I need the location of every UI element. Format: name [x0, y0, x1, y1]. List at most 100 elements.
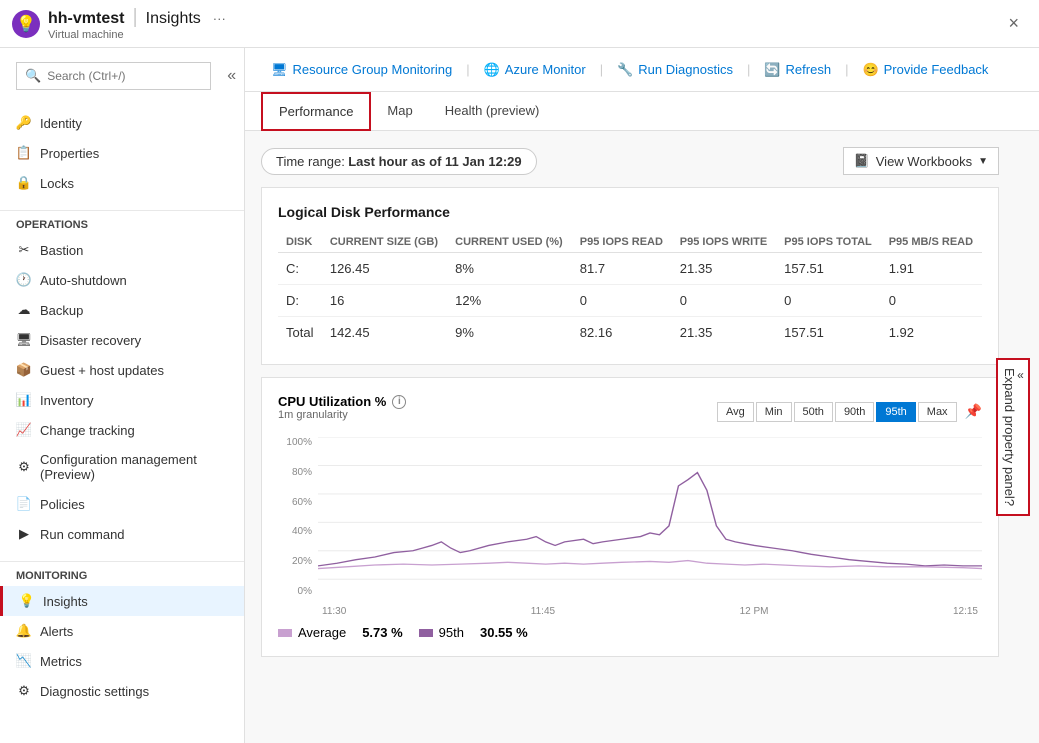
x-label-12pm: 12 PM — [740, 606, 769, 617]
disk-iops-read: 81.7 — [572, 253, 672, 285]
y-label-80: 80% — [292, 467, 312, 478]
cpu-chart-title: CPU Utilization % i — [278, 394, 406, 409]
provide-feedback-button[interactable]: 😊 Provide Feedback — [852, 56, 998, 84]
sidebar-item-inventory[interactable]: 📊 Inventory — [0, 385, 244, 415]
time-range-label: Time range: — [276, 154, 345, 169]
cpu-chart-header: CPU Utilization % i 1m granularity Avg M… — [278, 394, 982, 429]
legend-95th: 95th — [419, 625, 464, 640]
resource-subtitle: Virtual machine — [48, 29, 226, 41]
search-box[interactable]: 🔍 — [16, 62, 211, 90]
sidebar-item-diagnostic-settings[interactable]: ⚙ Diagnostic settings — [0, 676, 244, 706]
sidebar-item-alerts[interactable]: 🔔 Alerts — [0, 616, 244, 646]
time-range-value: Last hour as of 11 Jan 12:29 — [348, 154, 521, 169]
expand-property-panel-button[interactable]: « Expand property panel? — [996, 358, 1030, 516]
backup-icon: ☁ — [16, 302, 32, 318]
chart-btn-min[interactable]: Min — [756, 402, 792, 422]
chart-buttons-group: Avg Min 50th 90th 95th Max — [717, 402, 957, 422]
sidebar-item-policies[interactable]: 📄 Policies — [0, 489, 244, 519]
close-button[interactable]: × — [1000, 9, 1027, 38]
monitoring-section-title: Monitoring — [0, 561, 244, 586]
content-body: Time range: Last hour as of 11 Jan 12:29… — [245, 131, 1039, 743]
x-label-1145: 11:45 — [531, 606, 555, 617]
sidebar-item-guest-updates[interactable]: 📦 Guest + host updates — [0, 355, 244, 385]
nav-separator-2: | — [600, 62, 603, 77]
more-options-button[interactable]: ··· — [213, 11, 226, 26]
view-workbooks-button[interactable]: 📓 View Workbooks ▼ — [843, 147, 999, 175]
refresh-button[interactable]: 🔄 Refresh — [754, 56, 841, 84]
page-name: Insights — [146, 10, 201, 28]
disk-size: 16 — [322, 285, 447, 317]
col-disk: DISK — [278, 232, 322, 253]
search-input[interactable] — [47, 69, 202, 83]
table-row: Total 142.45 9% 82.16 21.35 157.51 1.92 — [278, 317, 982, 349]
expand-panel-container: « Expand property panel? — [1003, 147, 1023, 727]
chart-btn-95th[interactable]: 95th — [876, 402, 915, 422]
sidebar-item-metrics[interactable]: 📉 Metrics — [0, 646, 244, 676]
sidebar-item-identity[interactable]: 🔑 Identity — [0, 108, 244, 138]
tab-health[interactable]: Health (preview) — [429, 93, 556, 130]
legend-avg-label: Average — [298, 625, 346, 640]
main-layout: 🔍 « 🔑 Identity 📋 Properties 🔒 Locks Oper… — [0, 48, 1039, 743]
disk-used: 9% — [447, 317, 572, 349]
sidebar-item-change-tracking[interactable]: 📈 Change tracking — [0, 415, 244, 445]
legend-avg-swatch — [278, 629, 292, 637]
sidebar-item-disaster-recovery[interactable]: 🖥 Disaster recovery — [0, 325, 244, 355]
chart-btn-50th[interactable]: 50th — [794, 402, 833, 422]
chart-y-axis: 100% 80% 60% 40% 20% 0% — [278, 437, 316, 597]
disk-size: 142.45 — [322, 317, 447, 349]
sidebar: 🔍 « 🔑 Identity 📋 Properties 🔒 Locks Oper… — [0, 48, 245, 743]
disk-size: 126.45 — [322, 253, 447, 285]
sidebar-item-insights[interactable]: 💡 Insights — [0, 586, 244, 616]
cpu-chart-container: 100% 80% 60% 40% 20% 0% 11:30 11:45 12 P… — [278, 437, 982, 617]
sidebar-item-run-command[interactable]: ▶ Run command — [0, 519, 244, 549]
info-icon[interactable]: i — [392, 395, 406, 409]
collapse-sidebar-button[interactable]: « — [223, 63, 240, 89]
expand-panel-label: Expand property panel? — [1002, 368, 1017, 506]
sidebar-item-config-management[interactable]: ⚙ Configuration management (Preview) — [0, 445, 244, 489]
col-iops-read: P95 IOPs READ — [572, 232, 672, 253]
insights-icon: 💡 — [19, 593, 35, 609]
diagnostic-settings-icon: ⚙ — [16, 683, 32, 699]
chart-btn-90th[interactable]: 90th — [835, 402, 874, 422]
run-diagnostics-button[interactable]: 🔧 Run Diagnostics — [607, 56, 743, 84]
x-label-1215: 12:15 — [953, 606, 978, 617]
sidebar-item-label: Identity — [40, 116, 82, 131]
disk-mb-read: 0 — [881, 285, 982, 317]
disk-name: C: — [278, 253, 322, 285]
metrics-icon: 📉 — [16, 653, 32, 669]
bastion-icon: ✂ — [16, 242, 32, 258]
cpu-chart-section: CPU Utilization % i 1m granularity Avg M… — [261, 377, 999, 657]
properties-icon: 📋 — [16, 145, 32, 161]
sidebar-item-locks[interactable]: 🔒 Locks — [0, 168, 244, 198]
time-range-pill[interactable]: Time range: Last hour as of 11 Jan 12:29 — [261, 148, 537, 175]
chart-btn-max[interactable]: Max — [918, 402, 957, 422]
chevron-down-icon: ▼ — [978, 156, 988, 167]
sidebar-item-bastion[interactable]: ✂ Bastion — [0, 235, 244, 265]
legend-95th-label: 95th — [439, 625, 464, 640]
expand-panel-chevron: « — [1017, 368, 1024, 382]
sidebar-item-properties[interactable]: 📋 Properties — [0, 138, 244, 168]
col-mb-read: P95 MB/s READ — [881, 232, 982, 253]
nav-separator: | — [466, 62, 469, 77]
col-iops-write: P95 IOPs WRITE — [672, 232, 776, 253]
resource-group-monitoring-button[interactable]: 🖥 Resource Group Monitoring — [261, 56, 462, 84]
col-used: CURRENT USED (%) — [447, 232, 572, 253]
sidebar-item-backup[interactable]: ☁ Backup — [0, 295, 244, 325]
azure-monitor-button[interactable]: 🌐 Azure Monitor — [474, 56, 596, 84]
pin-chart-button[interactable]: 📌 — [965, 403, 982, 420]
policies-icon: 📄 — [16, 496, 32, 512]
sidebar-item-auto-shutdown[interactable]: 🕐 Auto-shutdown — [0, 265, 244, 295]
title-separator: | — [132, 6, 137, 29]
config-management-icon: ⚙ — [16, 459, 32, 475]
col-iops-total: P95 IOPs TOTAL — [776, 232, 881, 253]
tab-map[interactable]: Map — [371, 93, 428, 130]
disk-name: D: — [278, 285, 322, 317]
locks-icon: 🔒 — [16, 175, 32, 191]
legend-95th-value: 30.55 % — [480, 625, 528, 640]
identity-icon: 🔑 — [16, 115, 32, 131]
disk-iops-total: 157.51 — [776, 317, 881, 349]
y-label-40: 40% — [292, 526, 312, 537]
search-icon: 🔍 — [25, 68, 41, 84]
tab-performance[interactable]: Performance — [261, 92, 371, 131]
chart-btn-avg[interactable]: Avg — [717, 402, 754, 422]
